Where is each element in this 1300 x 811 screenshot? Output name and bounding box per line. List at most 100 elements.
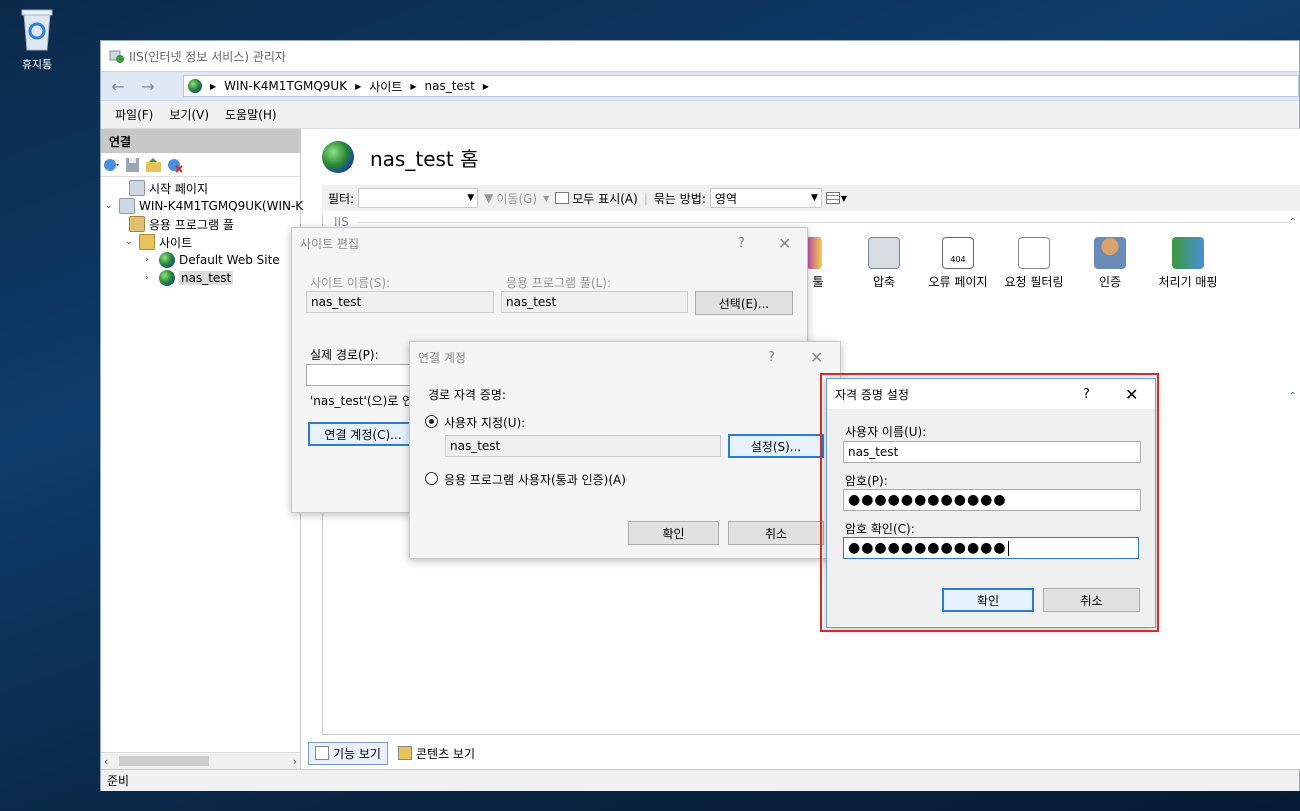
back-button[interactable]: ← bbox=[105, 75, 131, 97]
close-icon[interactable]: ✕ bbox=[778, 234, 791, 253]
filter-label: 필터: bbox=[328, 191, 355, 206]
feature-request-filtering[interactable]: 요청 필터링 bbox=[996, 237, 1072, 290]
breadcrumb[interactable]: ▶ WIN-K4M1TGMQ9UK ▶ 사이트 ▶ nas_test ▶ bbox=[183, 75, 1299, 97]
tab-content-view[interactable]: 콘텐츠 보기 bbox=[392, 743, 481, 764]
dialog-titlebar: 연결 계정 ? ✕ bbox=[410, 342, 840, 372]
group-divider bbox=[358, 222, 1288, 223]
password-input[interactable]: ●●●●●●●●●●●● bbox=[843, 489, 1141, 511]
chevron-right-icon[interactable]: › bbox=[145, 255, 159, 265]
connect-as-button[interactable]: 연결 계정(C)... bbox=[308, 422, 418, 446]
disconnect-icon[interactable] bbox=[166, 157, 184, 173]
tree-item-server[interactable]: ⌄ WIN-K4M1TGMQ9UK(WIN-K bbox=[105, 197, 303, 215]
help-icon[interactable]: ? bbox=[768, 350, 775, 365]
connect-globe-icon[interactable] bbox=[103, 157, 121, 173]
tree-item-app-pools[interactable]: 응용 프로그램 풀 bbox=[129, 215, 234, 233]
physical-path-input[interactable] bbox=[306, 364, 416, 386]
close-icon[interactable]: ✕ bbox=[810, 348, 823, 367]
page-title: nas_test 홈 bbox=[370, 146, 479, 171]
confirm-password-input[interactable]: ●●●●●●●●●●●● bbox=[843, 537, 1139, 559]
tree-item-sites[interactable]: ⌄ 사이트 bbox=[125, 233, 192, 251]
site-name-field[interactable]: nas_test bbox=[306, 291, 494, 313]
chevron-right-icon[interactable]: › bbox=[145, 273, 159, 283]
authentication-icon bbox=[1094, 237, 1126, 269]
tree-label: 사이트 bbox=[159, 235, 193, 250]
view-mode-dropdown-icon[interactable]: ▼ bbox=[841, 194, 847, 203]
funnel-icon: ▼ bbox=[484, 191, 494, 205]
address-bar: ← → ▶ WIN-K4M1TGMQ9UK ▶ 사이트 ▶ nas_test ▶ bbox=[101, 71, 1299, 101]
scroll-left-icon[interactable]: ‹ bbox=[104, 755, 108, 768]
connections-toolbar bbox=[101, 153, 300, 177]
select-app-pool-button[interactable]: 선택(E)... bbox=[695, 291, 793, 315]
menu-file[interactable]: 파일(F) bbox=[115, 106, 153, 123]
feature-authentication[interactable]: 인증 bbox=[1072, 237, 1148, 290]
dropdown-arrow-icon: ▼ bbox=[810, 193, 818, 203]
dialog-titlebar: 자격 증명 설정 ? ✕ bbox=[827, 379, 1155, 409]
breadcrumb-separator-icon: ▶ bbox=[482, 81, 489, 91]
view-mode-icon[interactable] bbox=[825, 192, 840, 204]
collapse-group-icon[interactable]: ⌃ bbox=[1289, 391, 1297, 402]
credentials-cancel-button[interactable]: 취소 bbox=[1043, 588, 1140, 612]
group-by-label: 묶는 방법: bbox=[653, 191, 706, 206]
set-credentials-dialog: 자격 증명 설정 ? ✕ 사용자 이름(U): nas_test 암호(P): … bbox=[826, 378, 1156, 628]
group-by-select[interactable]: 영역 ▼ bbox=[709, 188, 822, 208]
help-icon[interactable]: ? bbox=[1083, 387, 1090, 402]
connect-as-ok-button[interactable]: 확인 bbox=[628, 521, 719, 545]
username-input[interactable]: nas_test bbox=[843, 441, 1141, 463]
tree-label: WIN-K4M1TGMQ9UK(WIN-K bbox=[139, 199, 304, 213]
content-view-icon bbox=[397, 746, 412, 760]
save-icon[interactable] bbox=[124, 157, 142, 173]
help-icon[interactable]: ? bbox=[738, 236, 745, 251]
server-icon bbox=[119, 198, 135, 214]
up-folder-icon[interactable] bbox=[145, 157, 163, 173]
collapse-group-icon[interactable]: ⌃ bbox=[1289, 217, 1297, 228]
tree-item-start-page[interactable]: 시작 페이지 bbox=[115, 179, 208, 197]
recycle-bin-icon bbox=[18, 6, 56, 52]
breadcrumb-item-site[interactable]: nas_test bbox=[425, 79, 475, 93]
tree-item-nas-test[interactable]: › nas_test bbox=[145, 269, 234, 287]
feature-label: 압축 bbox=[872, 275, 896, 289]
menu-view[interactable]: 보기(V) bbox=[169, 106, 209, 123]
breadcrumb-separator-icon: ▶ bbox=[410, 81, 417, 91]
app-pool-field[interactable]: nas_test bbox=[501, 291, 688, 313]
tree-item-default-web-site[interactable]: › Default Web Site bbox=[145, 251, 280, 269]
go-button[interactable]: 이동(G) bbox=[496, 190, 537, 207]
breadcrumb-item-server[interactable]: WIN-K4M1TGMQ9UK bbox=[224, 79, 347, 93]
show-all-button[interactable]: 모두 표시(A) bbox=[572, 190, 638, 207]
tab-features-view[interactable]: 기능 보기 bbox=[308, 741, 388, 765]
specific-user-field[interactable]: nas_test bbox=[445, 435, 721, 457]
globe-icon bbox=[188, 79, 202, 93]
feature-error-pages[interactable]: 404 오류 페이지 bbox=[920, 237, 996, 290]
request-filtering-icon bbox=[1018, 237, 1050, 269]
credentials-ok-button[interactable]: 확인 bbox=[942, 588, 1034, 612]
close-icon[interactable]: ✕ bbox=[1125, 385, 1138, 404]
filter-input[interactable]: ▼ bbox=[358, 188, 479, 208]
go-dropdown-icon: ▼ bbox=[543, 193, 550, 203]
breadcrumb-item-sites[interactable]: 사이트 bbox=[369, 78, 402, 95]
filter-toolbar: 필터: ▼ ▼ 이동(G) ▼ 모두 표시(A) | 묶는 방법: 영역 ▼ ▼ bbox=[322, 185, 1300, 211]
feature-label: 인증 bbox=[1098, 275, 1122, 289]
scroll-right-icon[interactable]: › bbox=[293, 755, 297, 768]
chevron-down-icon[interactable]: ⌄ bbox=[105, 201, 119, 211]
scrollbar-thumb[interactable] bbox=[119, 756, 209, 766]
forward-button[interactable]: → bbox=[135, 75, 161, 97]
connect-as-dialog: 연결 계정 ? ✕ 경로 자격 증명: 사용자 지정(U): nas_test … bbox=[409, 341, 841, 559]
feature-compression[interactable]: 압축 bbox=[846, 237, 922, 290]
chevron-down-icon[interactable]: ⌄ bbox=[125, 237, 139, 247]
set-credentials-button[interactable]: 설정(S)... bbox=[728, 434, 824, 458]
window-titlebar: IIS(인터넷 정보 서비스) 관리자 bbox=[101, 41, 1299, 71]
app-pool-label: 응용 프로그램 풀(L): bbox=[506, 276, 612, 290]
specific-user-label: 사용자 지정(U): bbox=[444, 416, 526, 430]
tools-icon bbox=[806, 237, 822, 269]
window-title: IIS(인터넷 정보 서비스) 관리자 bbox=[129, 49, 286, 64]
features-view-icon bbox=[315, 746, 329, 760]
recycle-bin-shortcut[interactable]: 휴지통 bbox=[8, 6, 66, 72]
site-name-label: 사이트 이름(S): bbox=[310, 276, 391, 290]
feature-handler-mappings[interactable]: 처리기 매핑 bbox=[1146, 237, 1230, 290]
app-user-radio[interactable] bbox=[425, 472, 438, 485]
feature-label: 툴 bbox=[812, 275, 824, 289]
menu-help[interactable]: 도움말(H) bbox=[225, 106, 277, 123]
horizontal-scrollbar[interactable]: ‹ › bbox=[101, 752, 300, 769]
specific-user-radio[interactable] bbox=[425, 415, 438, 428]
connect-as-cancel-button[interactable]: 취소 bbox=[728, 521, 824, 545]
breadcrumb-separator-icon: ▶ bbox=[210, 81, 217, 91]
